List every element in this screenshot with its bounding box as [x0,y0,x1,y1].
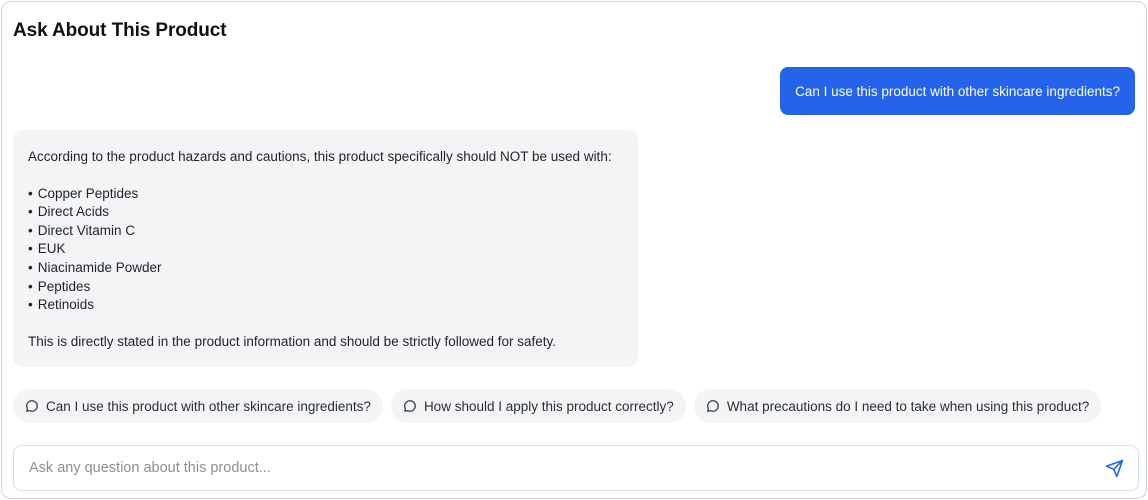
suggestion-chip[interactable]: How should I apply this product correctl… [390,389,686,423]
send-button[interactable] [1102,456,1126,480]
list-item: EUK [28,240,623,259]
list-item: Retinoids [28,296,623,315]
suggestion-label: What precautions do I need to take when … [726,398,1090,414]
suggestion-label: How should I apply this product correctl… [423,398,674,414]
chat-bubble-icon [26,400,38,412]
user-message-bubble: Can I use this product with other skinca… [780,67,1135,115]
chat-bubble-icon [706,400,719,412]
question-input[interactable] [29,460,1102,476]
chat-panel: Ask About This Product Can I use this pr… [1,1,1147,499]
question-input-bar [13,445,1139,491]
page-title: Ask About This Product [13,20,227,41]
list-item: Direct Vitamin C [28,222,623,241]
suggestion-chip[interactable]: Can I use this product with other skinca… [13,389,383,423]
suggestion-label: Can I use this product with other skinca… [46,398,371,414]
suggested-questions: Can I use this product with other skinca… [13,389,1102,423]
assistant-message-closing: This is directly stated in the product i… [28,333,557,349]
assistant-message-intro: According to the product hazards and cau… [28,149,612,164]
suggestion-chip[interactable]: What precautions do I need to take when … [693,389,1102,423]
list-item: Direct Acids [28,203,623,222]
assistant-message-bubble: According to the product hazards and cau… [13,130,638,367]
list-item: Copper Peptides [28,185,623,204]
list-item: Niacinamide Powder [28,259,623,278]
send-icon [1105,459,1123,477]
ingredient-list: Copper Peptides Direct Acids Direct Vita… [28,185,623,315]
list-item: Peptides [28,278,623,297]
chat-bubble-icon [404,400,416,412]
